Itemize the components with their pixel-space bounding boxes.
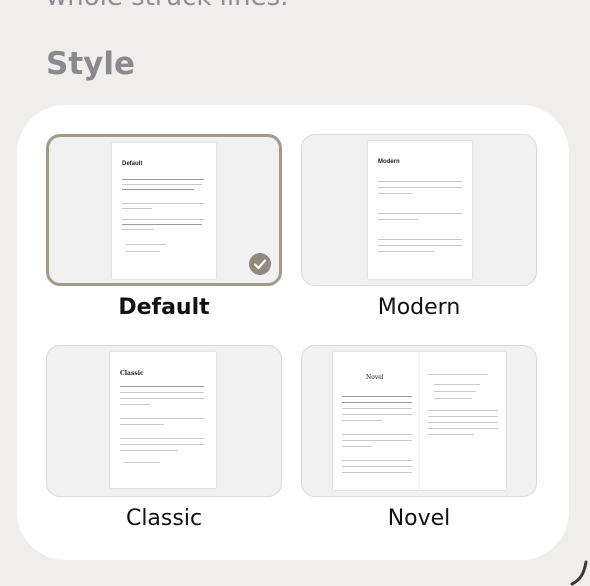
style-label-novel: Novel bbox=[387, 506, 451, 531]
selected-check-icon bbox=[249, 253, 271, 275]
preview-page-title: Novel bbox=[366, 374, 384, 381]
preview-page: Classic bbox=[110, 352, 216, 488]
style-picker-panel: Default Default Modern Modern Classic Cl… bbox=[17, 105, 569, 560]
previous-section-text: whole struck lines. bbox=[46, 0, 288, 12]
style-tile-modern[interactable]: Modern bbox=[301, 134, 537, 286]
preview-page-right bbox=[420, 352, 506, 490]
preview-page: Modern bbox=[368, 141, 472, 279]
preview-page: Default bbox=[112, 143, 216, 279]
preview-page-title: Default bbox=[122, 161, 143, 167]
preview-page-title: Classic bbox=[120, 370, 144, 377]
style-tile-default[interactable]: Default bbox=[46, 134, 282, 286]
style-label-classic: Classic bbox=[125, 506, 203, 531]
style-tile-classic[interactable]: Classic bbox=[46, 345, 282, 497]
style-label-modern: Modern bbox=[377, 295, 461, 320]
style-label-default: Default bbox=[118, 295, 210, 320]
scroll-indicator-icon bbox=[570, 560, 588, 586]
preview-page-title: Modern bbox=[378, 159, 400, 165]
section-title-style: Style bbox=[46, 46, 136, 82]
preview-page-left: Novel bbox=[333, 352, 420, 490]
style-tile-novel[interactable]: Novel bbox=[301, 345, 537, 497]
